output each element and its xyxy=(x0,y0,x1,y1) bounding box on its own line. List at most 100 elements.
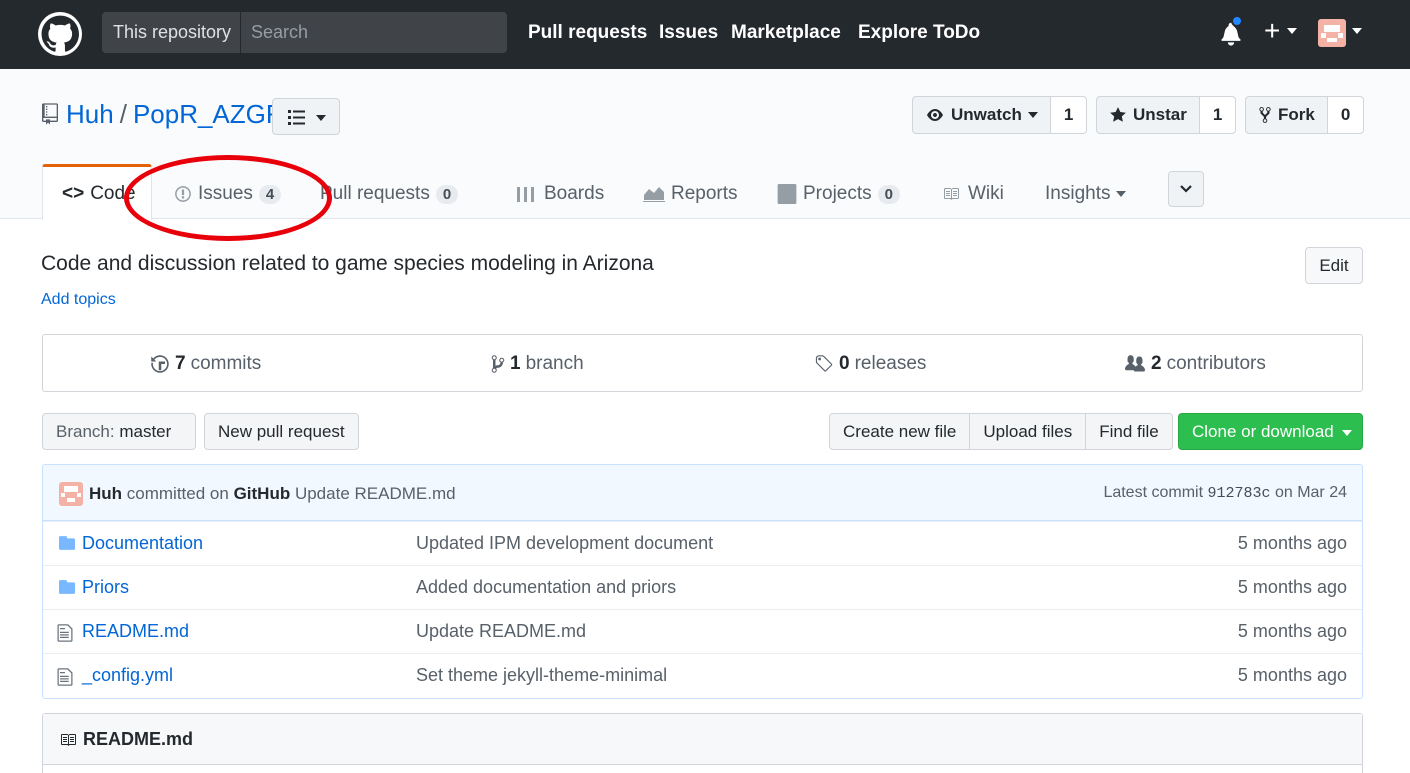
tab-projects[interactable]: Projects 0 xyxy=(777,183,900,205)
commit-message-link[interactable]: Update README.md xyxy=(295,484,456,503)
clone-label: Clone or download xyxy=(1192,422,1334,441)
commit-author[interactable]: Huh xyxy=(89,484,122,503)
user-avatar[interactable] xyxy=(1318,19,1346,47)
search-scope-label: This repository xyxy=(102,12,240,53)
tab-reports[interactable]: Reports xyxy=(643,183,738,205)
commits-count: 7 xyxy=(175,353,186,374)
committed-on-text: committed on xyxy=(126,484,229,503)
file-name-link[interactable]: Priors xyxy=(82,577,129,598)
repo-list-menu-button[interactable] xyxy=(272,98,340,135)
latest-commit-info: Latest commit 912783c on Mar 24 xyxy=(1103,484,1347,502)
repo-name-link[interactable]: PopR_AZGF xyxy=(133,99,282,129)
repo-title: Huh / PopR_AZGF xyxy=(66,99,282,130)
global-header: This repository Search Pull requests Iss… xyxy=(0,0,1410,69)
repo-title-separator: / xyxy=(119,99,127,129)
repo-owner-link[interactable]: Huh xyxy=(66,99,114,129)
branch-name: master xyxy=(119,422,172,441)
contributors-stat[interactable]: 2 contributors xyxy=(1124,353,1266,375)
clone-or-download-button[interactable]: Clone or download xyxy=(1178,413,1363,450)
file-actions-group: Create new file Upload files Find file xyxy=(829,413,1173,450)
commits-stat[interactable]: 7 commits xyxy=(150,353,261,375)
file-commit-message[interactable]: Added documentation and priors xyxy=(416,577,676,598)
readme-panel: README.md xyxy=(42,713,1363,773)
branch-label: branch xyxy=(525,353,584,374)
chevron-down-icon xyxy=(1341,429,1352,436)
file-list: Huh committed on GitHub Update README.md… xyxy=(42,464,1363,699)
contributors-label: contributors xyxy=(1166,353,1266,374)
nav-issues[interactable]: Issues xyxy=(659,22,718,44)
tab-reports-label: Reports xyxy=(671,183,738,204)
releases-label: releases xyxy=(854,353,927,374)
commits-label: commits xyxy=(190,353,262,374)
book-icon xyxy=(944,188,959,200)
file-row: Documentation Updated IPM development do… xyxy=(43,521,1362,565)
folder-icon xyxy=(59,580,75,594)
file-commit-message[interactable]: Set theme jekyll-theme-minimal xyxy=(416,665,667,686)
boards-icon xyxy=(517,187,534,202)
edit-description-button[interactable]: Edit xyxy=(1305,247,1363,284)
annotation-circle xyxy=(124,155,332,241)
releases-stat[interactable]: 0 releases xyxy=(814,353,926,375)
tab-projects-label: Projects xyxy=(803,183,872,204)
file-name-link[interactable]: _config.yml xyxy=(82,665,173,686)
more-tabs-button[interactable] xyxy=(1168,171,1204,207)
fork-button-group: Fork 0 xyxy=(1245,96,1365,134)
readme-title: README.md xyxy=(83,729,194,749)
tab-wiki[interactable]: Wiki xyxy=(940,183,1004,205)
upload-files-button[interactable]: Upload files xyxy=(969,413,1087,450)
commit-summary: Huh committed on GitHub Update README.md xyxy=(89,484,456,504)
chevron-down-icon xyxy=(316,115,326,121)
new-pull-request-button[interactable]: New pull request xyxy=(204,413,359,450)
nav-marketplace[interactable]: Marketplace xyxy=(731,22,841,44)
tab-insights[interactable]: Insights xyxy=(1045,183,1127,205)
tag-icon xyxy=(815,355,833,372)
search-input[interactable]: Search xyxy=(240,12,507,53)
file-text-icon xyxy=(57,668,73,686)
file-row: Priors Added documentation and priors 5 … xyxy=(43,565,1362,609)
file-name-link[interactable]: README.md xyxy=(82,621,189,642)
file-commit-message[interactable]: Update README.md xyxy=(416,621,586,642)
unwatch-label: Unwatch xyxy=(951,105,1022,124)
fork-label: Fork xyxy=(1278,105,1315,124)
numbers-summary: 7 commits 1 branch 0 releases 2 contribu… xyxy=(42,334,1363,392)
chevron-down-icon[interactable] xyxy=(1352,28,1362,34)
branch-stat[interactable]: 1 branch xyxy=(491,353,584,375)
releases-count: 0 xyxy=(839,353,850,374)
github-logo-icon[interactable] xyxy=(38,12,82,56)
chevron-down-icon[interactable] xyxy=(1287,28,1297,34)
commit-platform: GitHub xyxy=(233,484,291,503)
file-name-link[interactable]: Documentation xyxy=(82,533,203,554)
create-new-plus-icon[interactable]: + xyxy=(1264,15,1280,47)
file-age: 5 months ago xyxy=(1237,533,1347,553)
latest-commit-label: Latest commit xyxy=(1103,484,1204,501)
star-icon xyxy=(1110,107,1126,122)
repo-description: Code and discussion related to game spec… xyxy=(41,252,654,275)
star-count[interactable]: 1 xyxy=(1199,96,1237,134)
nav-pull-requests[interactable]: Pull requests xyxy=(528,22,647,44)
project-icon xyxy=(777,184,797,204)
nav-todo[interactable]: ToDo xyxy=(933,22,980,44)
fork-count[interactable]: 0 xyxy=(1327,96,1365,134)
tab-boards[interactable]: Boards xyxy=(516,183,604,205)
eye-icon xyxy=(927,109,943,121)
create-new-file-button[interactable]: Create new file xyxy=(829,413,971,450)
branch-icon xyxy=(491,355,505,373)
tab-pull-requests[interactable]: Pull requests 0 xyxy=(320,183,459,205)
unstar-label: Unstar xyxy=(1133,105,1187,124)
file-commit-message[interactable]: Updated IPM development document xyxy=(416,533,713,554)
branch-count: 1 xyxy=(510,353,521,374)
find-file-button[interactable]: Find file xyxy=(1085,413,1173,450)
fork-button[interactable]: Fork xyxy=(1245,96,1328,134)
file-row: README.md Update README.md 5 months ago xyxy=(43,609,1362,653)
list-icon xyxy=(288,110,305,125)
file-age: 5 months ago xyxy=(1237,621,1347,641)
watch-count[interactable]: 1 xyxy=(1050,96,1088,134)
commit-date: on Mar 24 xyxy=(1274,484,1347,501)
tab-insights-label: Insights xyxy=(1045,183,1111,204)
commit-sha-link[interactable]: 912783c xyxy=(1207,485,1270,502)
nav-explore[interactable]: Explore xyxy=(858,22,928,44)
unwatch-button[interactable]: Unwatch xyxy=(912,96,1051,134)
unstar-button[interactable]: Unstar xyxy=(1096,96,1200,134)
add-topics-link[interactable]: Add topics xyxy=(41,291,116,309)
branch-select-button[interactable]: Branch: master xyxy=(42,413,196,471)
